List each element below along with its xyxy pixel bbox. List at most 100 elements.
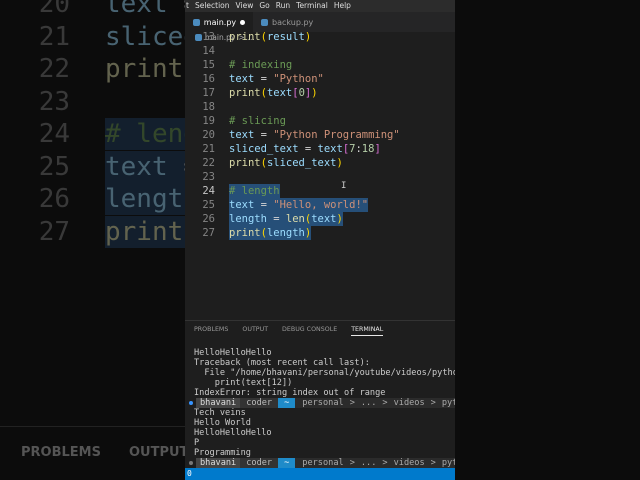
code-token: len [285, 213, 305, 225]
bg-code-text: # length [105, 118, 185, 150]
terminal-line: IndexError: string index out of range [194, 388, 386, 398]
code-line: 24 # length [185, 184, 455, 198]
code-token: "Python" [273, 73, 324, 85]
bg-code-token: # length [105, 119, 185, 149]
menu-item-terminal[interactable]: Terminal [296, 0, 328, 12]
menu-item-view[interactable]: View [236, 0, 254, 12]
code-text: print(sliced_text) [229, 156, 343, 170]
tab-label: main.py [203, 17, 237, 27]
line-number: 19 [202, 115, 215, 127]
blurred-background-right [455, 0, 640, 480]
prompt-path-part: ... [360, 458, 377, 468]
tab-main-py[interactable]: main.py [185, 12, 253, 32]
code-token: print [229, 31, 261, 43]
menu-item-help[interactable]: Help [334, 0, 351, 12]
code-line: 25 text = "Hello, world!" [185, 198, 455, 212]
terminal-line: Programming [194, 448, 251, 458]
code-token: = [254, 129, 274, 141]
line-number: 23 [202, 171, 215, 183]
bg-code-token: = [168, 0, 185, 19]
code-token: ) [304, 227, 312, 239]
unsaved-dot-icon[interactable] [240, 19, 245, 25]
python-file-icon [261, 18, 268, 26]
prompt-path-part: personal [302, 458, 344, 468]
prompt-segment: coder [240, 398, 279, 408]
terminal-output[interactable]: HelloHelloHello Traceback (most recent ca… [189, 348, 455, 468]
code-editor[interactable]: 13 print(result) 14 15 # indexing 16 text = "P… [185, 31, 455, 316]
code-token: print [229, 157, 261, 169]
code-text: length = len(text) [229, 212, 343, 226]
bg-code-text: print(length) [105, 216, 185, 248]
line-number: 20 [202, 129, 215, 141]
terminal-line: Hello World [194, 418, 251, 428]
bg-line-number: 23 [38, 86, 70, 117]
code-token: "Hello, world!" [273, 199, 369, 211]
code-text: print(length) [229, 226, 312, 240]
code-token: result [266, 31, 305, 43]
code-text: text = "Python Programming" [229, 128, 400, 142]
prompt-path-part: > [430, 398, 436, 408]
code-line: 21 sliced_text = text[7:18] [185, 142, 455, 156]
code-token: print [229, 227, 261, 239]
prompt-path-part: > [382, 398, 388, 408]
code-token: = [254, 73, 274, 85]
prompt-segment: bhavani [196, 458, 241, 468]
code-token: text [229, 129, 255, 141]
menu-item-run[interactable]: Run [276, 0, 290, 12]
code-token: sliced_text [266, 157, 337, 169]
code-text: text = "Hello, world!" [229, 198, 369, 212]
tab-problems[interactable]: PROBLEMS [194, 326, 228, 336]
bg-line-number: 22 [38, 54, 70, 84]
code-token: 18 [361, 143, 375, 155]
prompt-status-dot-icon [189, 401, 193, 405]
prompt-path-part: ... [360, 398, 377, 408]
tab-backup-py[interactable]: backup.py [253, 12, 321, 32]
terminal-line: Tech veins [194, 408, 246, 418]
menu-item-go[interactable]: Go [259, 0, 269, 12]
bg-code-token: text [105, 151, 168, 182]
code-token: text [317, 143, 343, 155]
prompt-path: personal>...>videos>python> [295, 398, 455, 408]
code-token: ) [336, 157, 343, 169]
line-number: 18 [202, 101, 215, 113]
menu-item-selection[interactable]: Selection [195, 0, 230, 12]
code-token: length [229, 213, 267, 225]
bottom-panel: PROBLEMS OUTPUT DEBUG CONSOLE TERMINAL H… [185, 320, 455, 468]
code-line: 17 print(text[0]) [185, 86, 455, 100]
tab-label: backup.py [272, 17, 314, 27]
terminal-prompt: bhavanicoder~personal>...>videos>python> [189, 458, 455, 468]
python-file-icon [193, 18, 200, 26]
prompt-path-part: > [349, 458, 355, 468]
line-number: 17 [202, 87, 215, 99]
code-token: text [311, 213, 337, 225]
terminal-prompt: bhavanicoder~personal>...>videos>python> [189, 398, 455, 408]
bg-line-number: 20 [38, 0, 70, 19]
bg-line-number: 27 [38, 216, 70, 247]
terminal-line: HelloHelloHello [194, 348, 272, 358]
line-number: 15 [202, 59, 215, 71]
bg-code-token: length [105, 184, 185, 214]
bg-code-text: length = len(text) [105, 183, 185, 215]
prompt-status-dot-icon [189, 461, 193, 465]
tab-output[interactable]: OUTPUT [242, 326, 268, 336]
code-token: print [229, 87, 261, 99]
tab-terminal[interactable]: TERMINAL [351, 326, 384, 336]
code-text: # indexing [229, 58, 292, 72]
prompt-path-part: > [382, 458, 388, 468]
line-number: 24 [202, 185, 215, 197]
menu-item-t[interactable]: t [186, 0, 189, 12]
code-line: 20 text = "Python Programming" [185, 128, 455, 142]
mouse-cursor-icon: I [341, 181, 347, 191]
code-line: 22 print(sliced_text) [185, 156, 455, 170]
code-line: 13 print(result) [185, 30, 455, 44]
line-number: 25 [202, 199, 215, 211]
prompt-path-part: personal [302, 398, 344, 408]
prompt-path-part: python [441, 398, 455, 408]
status-text: 0 [187, 469, 192, 478]
code-text: sliced_text = text[7:18] [229, 142, 381, 156]
code-line: 19 # slicing [185, 114, 455, 128]
tab-debug-console[interactable]: DEBUG CONSOLE [282, 326, 337, 336]
prompt-segment: ~ [278, 398, 296, 408]
code-token: length [266, 227, 305, 239]
line-number: 21 [202, 143, 215, 155]
